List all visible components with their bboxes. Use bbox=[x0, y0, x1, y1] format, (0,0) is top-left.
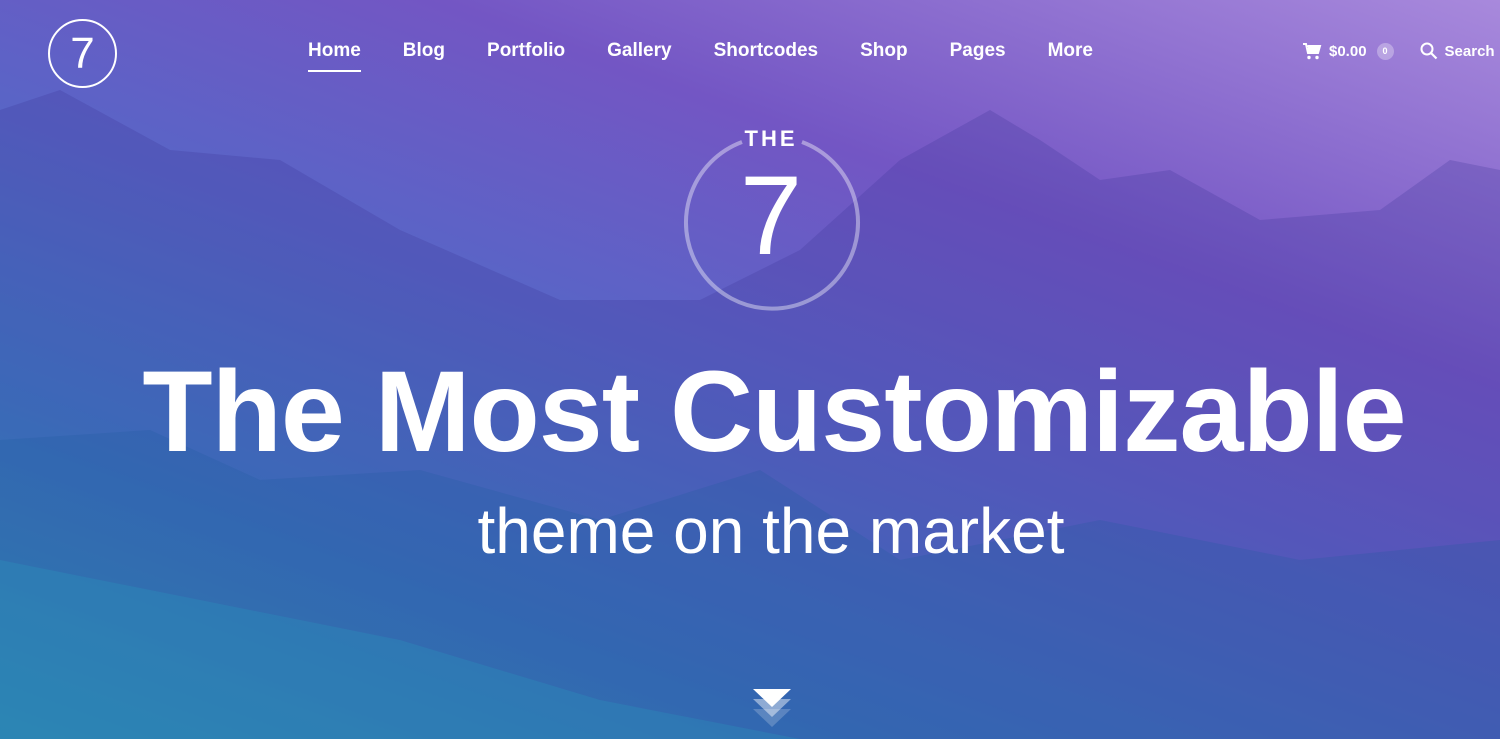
header-tools: $0.00 0 Search bbox=[1303, 42, 1495, 60]
cart-count-badge: 0 bbox=[1376, 42, 1394, 60]
cart-button[interactable]: $0.00 0 bbox=[1303, 42, 1394, 60]
nav-portfolio[interactable]: Portfolio bbox=[466, 40, 586, 74]
search-button[interactable]: Search bbox=[1420, 42, 1495, 60]
cart-total: $0.00 bbox=[1329, 42, 1367, 60]
nav-home[interactable]: Home bbox=[287, 40, 382, 74]
nav-more[interactable]: More bbox=[1027, 40, 1114, 74]
nav-blog[interactable]: Blog bbox=[382, 40, 466, 74]
nav-shortcodes[interactable]: Shortcodes bbox=[693, 40, 840, 74]
search-label: Search bbox=[1444, 42, 1495, 60]
main-nav: Home Blog Portfolio Gallery Shortcodes S… bbox=[287, 40, 1114, 74]
nav-shop[interactable]: Shop bbox=[839, 40, 929, 74]
nav-gallery[interactable]: Gallery bbox=[586, 40, 692, 74]
site-logo[interactable]: 7 bbox=[48, 19, 117, 88]
hero-section: 7 Home Blog Portfolio Gallery Shortcodes… bbox=[0, 0, 1500, 739]
hero-subheadline: theme on the market bbox=[477, 495, 1065, 567]
nav-pages[interactable]: Pages bbox=[929, 40, 1027, 74]
search-icon bbox=[1420, 42, 1437, 60]
cart-icon bbox=[1303, 42, 1322, 59]
emblem-top-text: THE bbox=[744, 126, 798, 151]
logo-text: 7 bbox=[70, 28, 95, 78]
hero-headline: The Most Customizable bbox=[142, 348, 1406, 476]
emblem-number: 7 bbox=[739, 153, 803, 278]
chevrons-down-icon[interactable] bbox=[753, 689, 791, 737]
